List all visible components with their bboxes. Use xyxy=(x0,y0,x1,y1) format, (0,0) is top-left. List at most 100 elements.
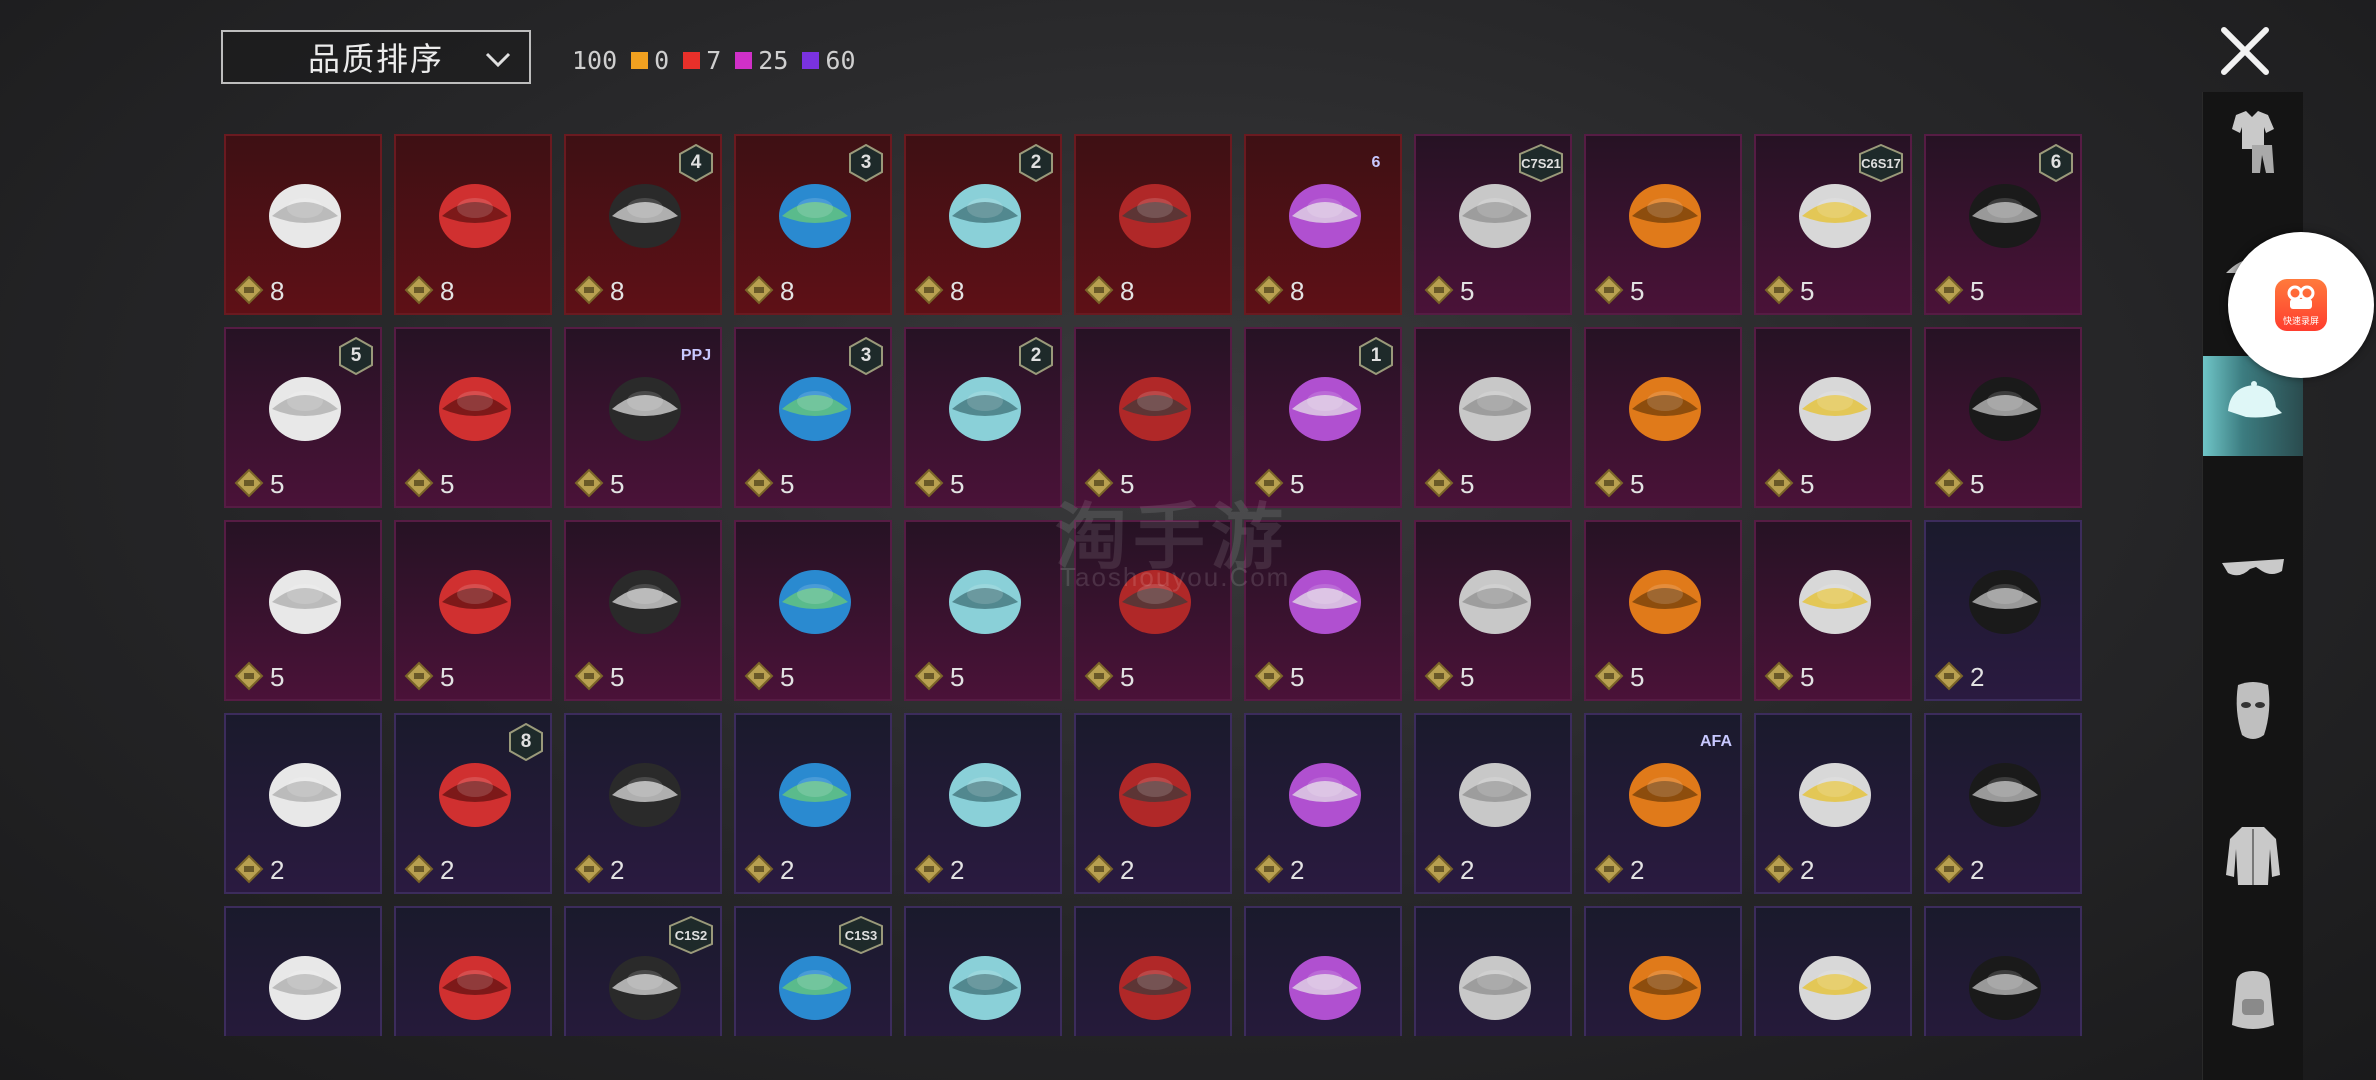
item-badge-text: 1 xyxy=(1370,345,1382,366)
item-card-dotted-cap[interactable]: 2 xyxy=(1244,713,1402,894)
coupon-icon xyxy=(1594,468,1624,498)
item-card-yellow-visor-hair[interactable]: C6S17 5 xyxy=(1754,134,1912,315)
item-value: 2 xyxy=(270,855,285,885)
item-card-purple-robot-head[interactable]: 68 xyxy=(1244,134,1402,315)
sidebar-item-outfit[interactable] xyxy=(2203,92,2303,192)
item-card-yellow-pith-helmet[interactable]: 5 xyxy=(394,520,552,701)
coupon-icon xyxy=(914,468,944,498)
item-card-grey-hair[interactable]: 2 xyxy=(1924,520,2082,701)
close-icon xyxy=(2221,27,2269,75)
screen-record-button[interactable]: 快速录屏 xyxy=(2228,232,2374,378)
coupon-icon xyxy=(1084,854,1114,884)
item-card-blue-afro-wig[interactable]: 38 xyxy=(734,134,892,315)
item-badge-text: 5 xyxy=(350,345,362,366)
item-card-snowman-top-hat[interactable]: 48 xyxy=(564,134,722,315)
item-card-bucket-hat-hood[interactable] xyxy=(394,906,552,1036)
item-card-gold-gauntlet[interactable]: C1S3 xyxy=(734,906,892,1036)
item-card-zebra-mask[interactable]: 5 xyxy=(904,520,1062,701)
item-card-cricket-helmet[interactable] xyxy=(904,906,1062,1036)
item-card-dark-beanie[interactable] xyxy=(224,906,382,1036)
item-card-black-headband[interactable]: 5 xyxy=(1584,520,1742,701)
hooded-headgear-icon xyxy=(1459,763,1531,827)
item-card-green-frog-cap[interactable]: 5 xyxy=(1244,520,1402,701)
coupon-icon xyxy=(914,275,944,305)
item-card-red-bow-pigtails[interactable]: 2 xyxy=(1754,713,1912,894)
item-card-purple-witch-hat[interactable] xyxy=(1754,906,1912,1036)
coupon-icon xyxy=(574,661,604,691)
gold-visor-helmet-icon xyxy=(949,763,1021,827)
item-card-jester-hat[interactable]: 35 xyxy=(734,327,892,508)
item-card-black-horned-helmet[interactable]: 65 xyxy=(1924,134,2082,315)
item-card-pumpkin-head[interactable]: 5 xyxy=(1584,134,1742,315)
zebra-mask-icon xyxy=(949,570,1021,634)
item-card-samurai-helmet[interactable] xyxy=(1414,906,1572,1036)
item-card-gold-visor-helmet[interactable]: 2 xyxy=(904,713,1062,894)
sidebar-item-jacket[interactable] xyxy=(2203,806,2303,906)
eyewear-icon xyxy=(2222,559,2284,576)
item-card-silver-hair[interactable]: C7S21 5 xyxy=(1414,134,1572,315)
item-card-blonde-dreadlocks[interactable]: 25 xyxy=(904,327,1062,508)
item-card-blue-gold-mask[interactable]: 5 xyxy=(1584,327,1742,508)
item-value: 5 xyxy=(950,662,965,692)
item-card-orange-fish-mask[interactable]: 5 xyxy=(1074,327,1232,508)
item-card-skull-dreadlocks[interactable]: 5 xyxy=(734,520,892,701)
item-card-red-devil-horns[interactable]: 2 xyxy=(1924,713,2082,894)
item-card-luchador-mask[interactable]: 5 xyxy=(1414,520,1572,701)
item-card-masked-beanie[interactable]: 2 xyxy=(224,713,382,894)
sidebar-item-eyewear[interactable] xyxy=(2203,518,2303,618)
item-badge-text: 6 xyxy=(2050,152,2062,173)
item-card-navy-cap[interactable] xyxy=(1924,906,2082,1036)
item-card-brown-hair[interactable] xyxy=(1584,906,1742,1036)
masked-beanie-icon xyxy=(269,763,341,827)
item-card-aviator-cap[interactable]: 2 xyxy=(1074,713,1232,894)
item-badge: C1S2 xyxy=(668,916,714,954)
item-card-green-skull-hood[interactable]: 82 xyxy=(394,713,552,894)
coupon-icon xyxy=(1084,275,1114,305)
item-card-green-frog-pilot[interactable]: 5 xyxy=(1074,520,1232,701)
item-value: 2 xyxy=(440,855,455,885)
item-card-blonde-braids[interactable]: 5 xyxy=(394,327,552,508)
item-value: 5 xyxy=(1800,662,1815,692)
coupon-icon xyxy=(1424,468,1454,498)
item-card-pink-cat-mask[interactable]: PPJ 5 xyxy=(564,327,722,508)
sidebar-item-backpack[interactable] xyxy=(2203,950,2303,1050)
item-badge: 4 xyxy=(678,144,714,182)
item-badge-text: C6S17 xyxy=(1861,155,1901,171)
black-visor-helmet-icon xyxy=(1799,377,1871,441)
item-card-black-visor-helmet[interactable]: 5 xyxy=(1754,327,1912,508)
item-card-white-cowboy-hat[interactable]: 8 xyxy=(224,134,382,315)
item-badge-text: 8 xyxy=(520,731,532,752)
close-button[interactable] xyxy=(2212,18,2278,84)
black-cat-mask-icon xyxy=(609,570,681,634)
item-card-light-blue-cap[interactable]: AFA 2 xyxy=(1584,713,1742,894)
item-card-teal-bucket-hat[interactable]: 28 xyxy=(904,134,1062,315)
item-value: 5 xyxy=(780,662,795,692)
item-card-skull-balaclava[interactable]: 5 xyxy=(1754,520,1912,701)
item-card-pink-bandana[interactable]: C1S2 xyxy=(564,906,722,1036)
item-card-bowler-hat[interactable] xyxy=(1244,906,1402,1036)
item-badge: PPJ xyxy=(678,337,714,375)
item-card-hooded-headgear[interactable]: 2 xyxy=(1414,713,1572,894)
item-card-golden-totem-helmet[interactable]: 5 xyxy=(1924,327,2082,508)
item-card-red-mech-helmet[interactable]: 8 xyxy=(1074,134,1232,315)
item-value: 5 xyxy=(1800,469,1815,499)
coupon-icon xyxy=(744,661,774,691)
item-card-black-cat-mask[interactable]: 5 xyxy=(564,520,722,701)
item-card-sombrero[interactable] xyxy=(1074,906,1232,1036)
item-card-gas-mask-helmet[interactable]: 2 xyxy=(734,713,892,894)
item-card-white-cap[interactable]: 2 xyxy=(564,713,722,894)
item-value: 5 xyxy=(1120,469,1135,499)
item-value: 5 xyxy=(610,469,625,499)
item-card-bow-pigtails[interactable]: 55 xyxy=(224,327,382,508)
item-card-silver-twin-tails[interactable]: 15 xyxy=(1244,327,1402,508)
item-value: 5 xyxy=(1460,469,1475,499)
item-card-green-knight-helmet[interactable]: 5 xyxy=(1414,327,1572,508)
item-card-kendo-helmet[interactable]: 5 xyxy=(224,520,382,701)
dark-beanie-icon xyxy=(269,956,341,1020)
item-value: 2 xyxy=(610,855,625,885)
pink-swatch-icon xyxy=(735,51,753,69)
skull-dreadlocks-icon xyxy=(779,570,851,634)
item-card-red-helmet[interactable]: 8 xyxy=(394,134,552,315)
sidebar-item-mask[interactable] xyxy=(2203,662,2303,762)
sort-dropdown[interactable]: 品质排序 xyxy=(221,30,531,84)
